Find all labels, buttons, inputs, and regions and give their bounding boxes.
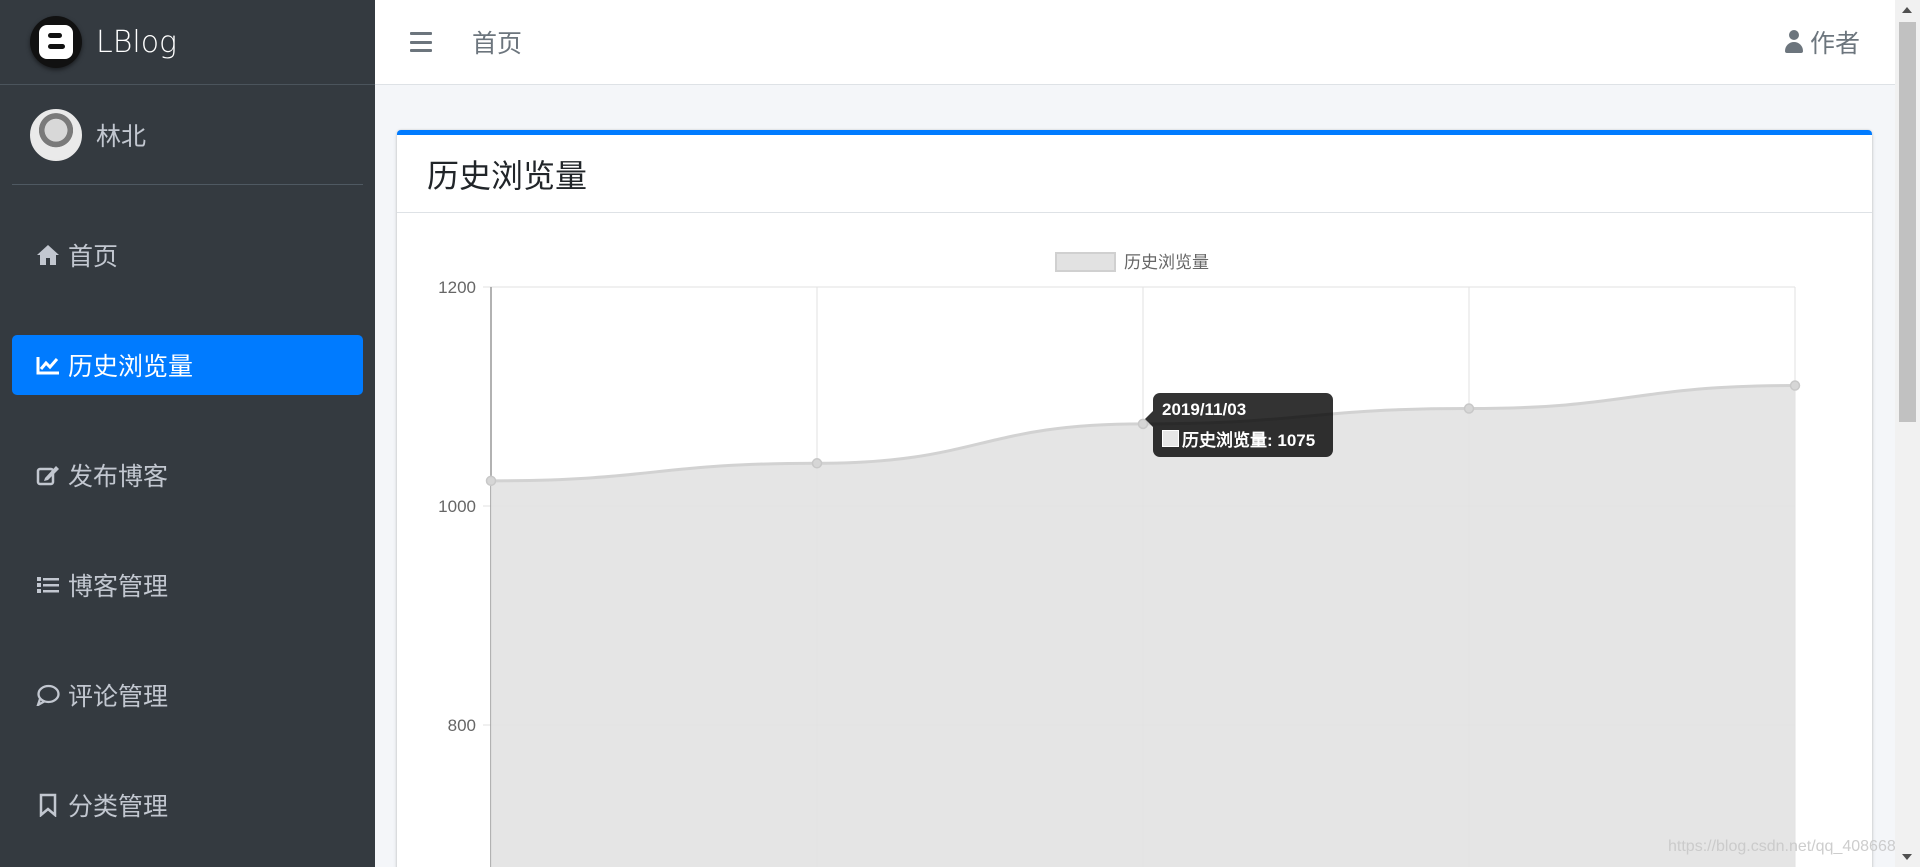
- data-point: [811, 458, 823, 469]
- tooltip-label: 历史浏览量: 1075: [1182, 431, 1316, 450]
- legend-swatch: [1055, 252, 1116, 272]
- scroll-thumb[interactable]: [1899, 22, 1916, 422]
- scroll-up-icon[interactable]: [1902, 7, 1912, 13]
- series-area: [491, 385, 1795, 867]
- y-tick-label: 1000: [438, 497, 476, 516]
- data-point: [1463, 403, 1475, 414]
- scroll-down-icon[interactable]: [1902, 854, 1912, 860]
- scrollbar[interactable]: [1895, 0, 1920, 867]
- y-tick-label: 800: [448, 716, 476, 735]
- watermark: https://blog.csdn.net/qq_40866897: [1668, 838, 1914, 855]
- data-point: [1789, 380, 1801, 391]
- tooltip-title: 2019/11/03: [1162, 400, 1247, 419]
- y-tick-label: 1200: [438, 278, 476, 297]
- tooltip-body: 历史浏览量: 1075: [1162, 426, 1324, 451]
- chart-tooltip: 2019/11/03 历史浏览量: 1075: [1145, 393, 1333, 457]
- data-point: [485, 475, 497, 487]
- history-views-chart: 1200 1000 800 历史浏览量: [438, 252, 1801, 867]
- legend-label: 历史浏览量: [1124, 253, 1209, 273]
- tooltip-swatch: [1162, 430, 1179, 447]
